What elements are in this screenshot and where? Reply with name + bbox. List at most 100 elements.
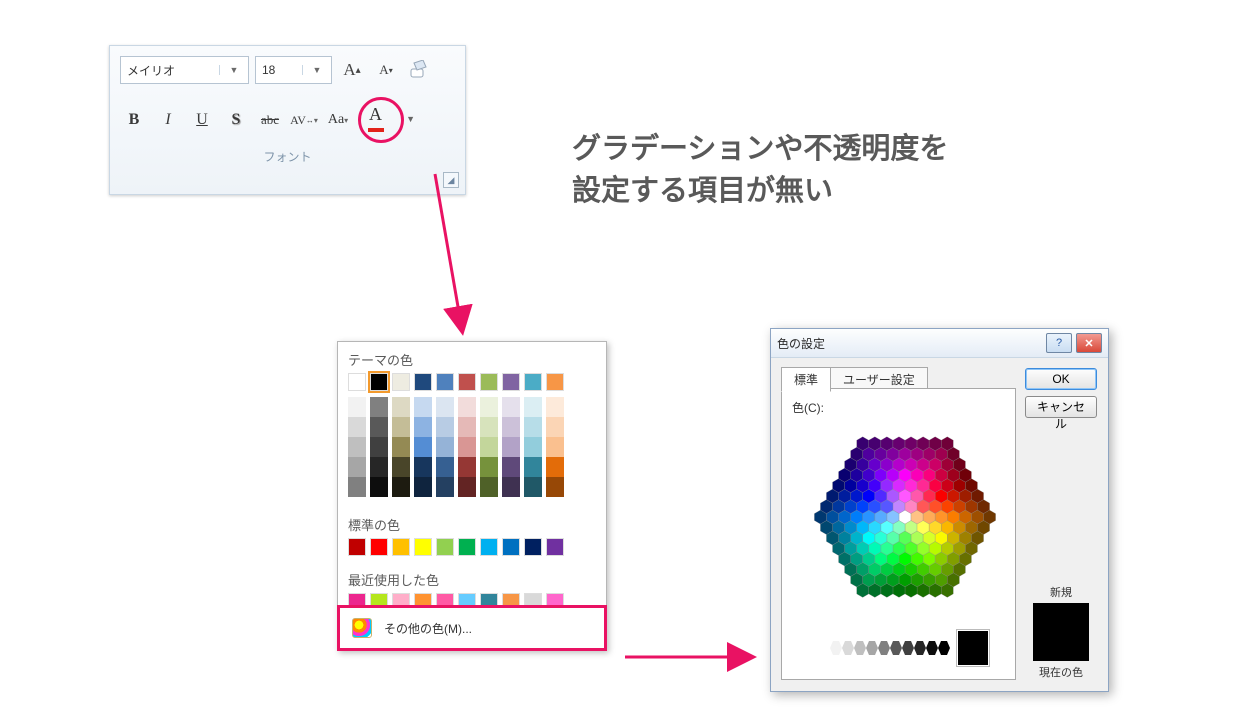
color-swatch[interactable] <box>370 593 388 605</box>
color-swatch[interactable] <box>480 593 498 605</box>
color-swatch[interactable] <box>348 538 366 556</box>
color-swatch[interactable] <box>392 538 410 556</box>
dialog-title: 色の設定 <box>777 335 825 352</box>
tab-standard[interactable]: 標準 <box>781 367 831 392</box>
color-swatch[interactable] <box>436 538 454 556</box>
recent-colors-label: 最近使用した色 <box>338 562 606 593</box>
close-button[interactable]: ✕ <box>1076 333 1102 353</box>
tint-column[interactable] <box>502 397 520 497</box>
help-button[interactable]: ? <box>1046 333 1072 353</box>
color-swatch[interactable] <box>414 538 432 556</box>
new-color-label: 新規 <box>1024 584 1098 600</box>
arrow-icon <box>625 642 765 672</box>
tint-column[interactable] <box>524 397 542 497</box>
color-swatch[interactable] <box>370 373 388 391</box>
font-ribbon-group: メイリオ ▼ 18 ▼ A▴ A▾ B I U S abc AV↔ ▾ Aa ▾… <box>109 45 466 195</box>
gray-swatch[interactable] <box>926 641 938 655</box>
strikethrough-button[interactable]: abc <box>256 106 284 134</box>
color-swatch[interactable] <box>524 593 542 605</box>
tint-column[interactable] <box>546 397 564 497</box>
chevron-down-icon[interactable]: ▼ <box>219 65 248 75</box>
gray-swatch[interactable] <box>830 641 842 655</box>
standard-colors-label: 標準の色 <box>338 507 606 538</box>
color-swatch[interactable] <box>348 593 366 605</box>
chevron-down-icon[interactable]: ▼ <box>302 65 331 75</box>
tint-column[interactable] <box>414 397 432 497</box>
recent-color-row <box>338 593 606 605</box>
theme-tint-columns <box>338 397 606 507</box>
color-swatch[interactable] <box>502 538 520 556</box>
underline-button[interactable]: U <box>188 106 216 134</box>
font-color-button[interactable]: A ▼ <box>358 97 404 143</box>
color-swatch[interactable] <box>502 593 520 605</box>
gray-swatch[interactable] <box>938 641 950 655</box>
new-color-swatch <box>1033 603 1089 632</box>
selected-hex-swatch[interactable] <box>958 631 988 665</box>
color-swatch[interactable] <box>458 593 476 605</box>
color-swatch[interactable] <box>414 593 432 605</box>
color-swatch[interactable] <box>546 373 564 391</box>
arrow-icon <box>421 174 481 349</box>
grow-font-button[interactable]: A▴ <box>338 56 366 84</box>
color-swatch[interactable] <box>458 538 476 556</box>
ok-button[interactable]: OK <box>1025 368 1097 390</box>
tint-column[interactable] <box>348 397 366 497</box>
color-swatch[interactable] <box>480 538 498 556</box>
color-swatch[interactable] <box>524 373 542 391</box>
gray-swatch[interactable] <box>890 641 902 655</box>
char-spacing-button[interactable]: AV↔ ▾ <box>290 106 318 134</box>
font-name-combo[interactable]: メイリオ ▼ <box>120 56 249 84</box>
tint-column[interactable] <box>458 397 476 497</box>
annotation-text: グラデーションや不透明度を 設定する項目が無い <box>572 128 948 212</box>
color-swatch[interactable] <box>370 538 388 556</box>
cancel-button[interactable]: キャンセル <box>1025 396 1097 418</box>
color-swatch[interactable] <box>458 373 476 391</box>
color-swatch[interactable] <box>414 373 432 391</box>
tint-column[interactable] <box>480 397 498 497</box>
color-swatch[interactable] <box>480 373 498 391</box>
standard-color-row <box>338 538 606 562</box>
italic-button[interactable]: I <box>154 106 182 134</box>
color-swatch[interactable] <box>546 538 564 556</box>
tint-column[interactable] <box>392 397 410 497</box>
gray-swatch[interactable] <box>818 641 830 655</box>
color-swatch[interactable] <box>348 373 366 391</box>
font-size-combo[interactable]: 18 ▼ <box>255 56 332 84</box>
theme-color-row <box>338 373 606 397</box>
gray-swatch[interactable] <box>878 641 890 655</box>
more-colors-item[interactable]: その他の色(M)... <box>337 605 607 651</box>
text-shadow-button[interactable]: S <box>222 106 250 134</box>
font-color-a-icon: A <box>369 104 382 125</box>
gray-swatch[interactable] <box>854 641 866 655</box>
gray-swatch[interactable] <box>914 641 926 655</box>
shrink-font-button[interactable]: A▾ <box>372 56 400 84</box>
bold-button[interactable]: B <box>120 106 148 134</box>
font-color-dropdown: テーマの色 標準の色 最近使用した色 その他の色(M)... <box>337 341 607 651</box>
chevron-down-icon[interactable]: ▼ <box>406 114 415 124</box>
gray-swatch[interactable] <box>866 641 878 655</box>
tint-column[interactable] <box>370 397 388 497</box>
palette-icon <box>352 618 372 638</box>
grayscale-row[interactable] <box>818 641 950 655</box>
font-name-value: メイリオ <box>121 62 219 79</box>
ribbon-group-label: フォント <box>120 148 455 165</box>
dialog-titlebar[interactable]: 色の設定 ? ✕ <box>771 329 1108 358</box>
color-swatch[interactable] <box>502 373 520 391</box>
color-swatch[interactable] <box>436 373 454 391</box>
gray-swatch[interactable] <box>842 641 854 655</box>
more-colors-label: その他の色(M)... <box>384 620 472 637</box>
tint-column[interactable] <box>436 397 454 497</box>
color-swatch[interactable] <box>392 373 410 391</box>
tab-panel-standard: 色(C): <box>781 388 1016 680</box>
color-swatch[interactable] <box>524 538 542 556</box>
color-swatch[interactable] <box>392 593 410 605</box>
current-color-swatch <box>1033 632 1089 661</box>
color-swatch[interactable] <box>546 593 564 605</box>
clear-formatting-button[interactable] <box>406 56 434 84</box>
change-case-button[interactable]: Aa ▾ <box>324 106 352 134</box>
color-swatch[interactable] <box>436 593 454 605</box>
colors-dialog: 色の設定 ? ✕ 標準 ユーザー設定 色(C): OK キャンセル 新規 現在の… <box>770 328 1109 692</box>
gray-swatch[interactable] <box>902 641 914 655</box>
font-color-bar-icon <box>368 128 384 132</box>
hex-color-picker[interactable] <box>808 419 1002 619</box>
